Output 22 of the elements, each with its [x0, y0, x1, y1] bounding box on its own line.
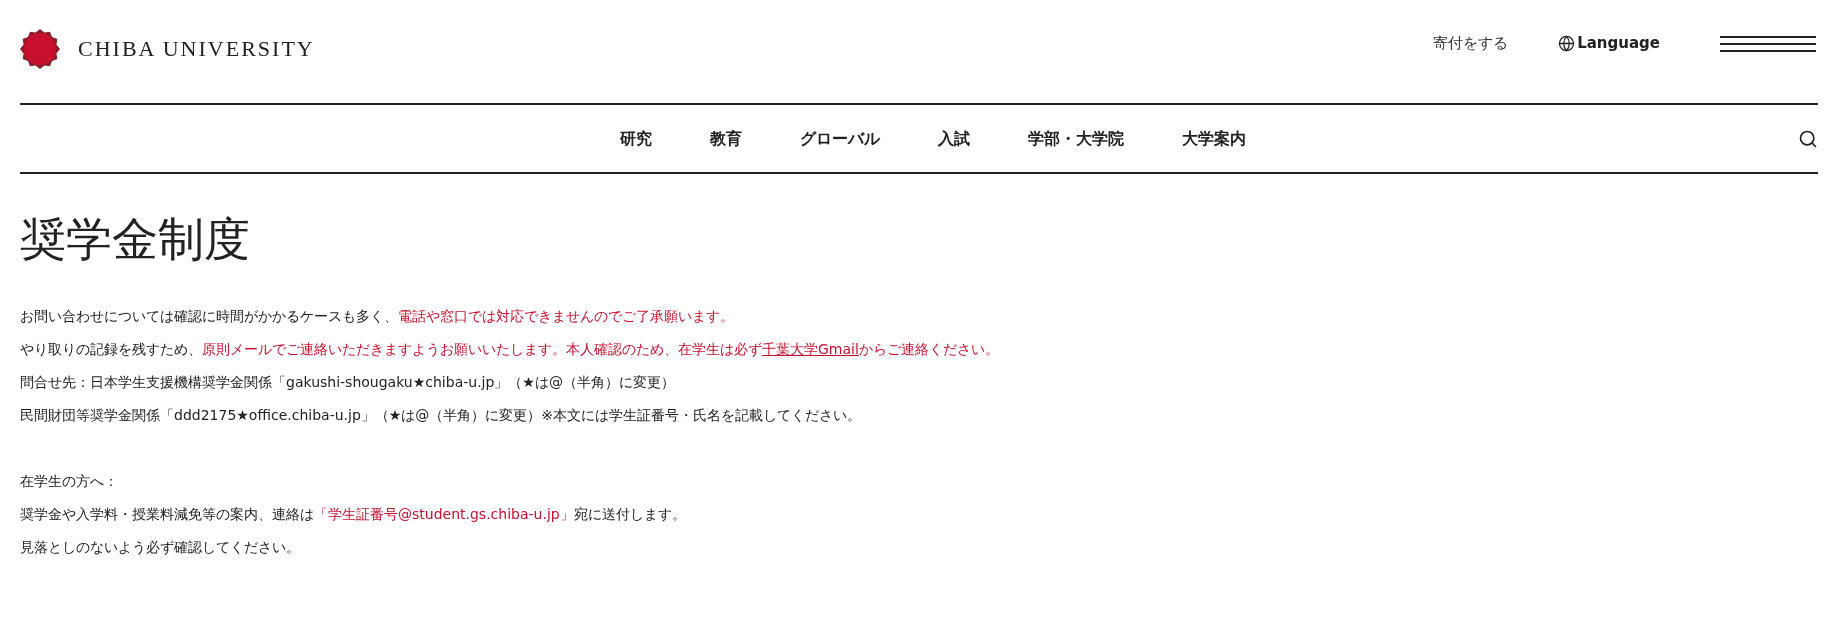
nav-link[interactable]: グローバル [800, 126, 880, 151]
nav-link[interactable]: 研究 [620, 126, 652, 151]
body-text: お問い合わせについては確認に時間がかかるケースも多く、電話や窓口では対応できませんのでご了承願います。 [20, 307, 735, 326]
nav-link[interactable]: 教育 [710, 126, 742, 151]
body-text: 在学生の方へ： [20, 472, 119, 491]
nav-link[interactable]: 学部・大学院 [1028, 126, 1124, 151]
body-text: 民間財団等奨学金関係「ddd2175★office.chiba-u.jp」（★は@（半角）に変更）※本文には学生証番号・氏名を記載してください。 [20, 406, 863, 425]
logo-text[interactable]: CHIBA UNIVERSITY [78, 32, 315, 65]
globe-icon [1558, 35, 1576, 52]
logo-icon [20, 28, 60, 69]
nav-link[interactable]: 入試 [938, 126, 970, 151]
nav-link[interactable]: 大学案内 [1182, 126, 1246, 151]
body-text: 見落としのないよう必ず確認してください。 [20, 538, 301, 557]
donate-link[interactable]: 寄付をする [1433, 32, 1509, 55]
body-text: 奨学金や入学料・授業料減免等の案内、連絡は「学生証番号@student.gs.chiba-u.jp」宛に送付します。 [20, 505, 687, 524]
language-link[interactable]: Language [1558, 32, 1660, 55]
page-title: 奨学金制度 [20, 216, 251, 262]
gmail-link[interactable]: 千葉大学Gmail [762, 341, 859, 357]
body-text: やり取りの記録を残すため、原則メールでご連絡いただきますようお願いいたします。本人確認のため、在学生は必ず千葉大学Gmailからご連絡ください。 [20, 340, 1000, 359]
menu-icon[interactable] [1720, 35, 1816, 52]
body-text: 問合せ先：日本学生支援機構奨学金関係「gakushi-shougaku★chiba-u.jp」（★は@（半角）に変更） [20, 373, 676, 392]
search-icon[interactable] [1798, 128, 1818, 149]
